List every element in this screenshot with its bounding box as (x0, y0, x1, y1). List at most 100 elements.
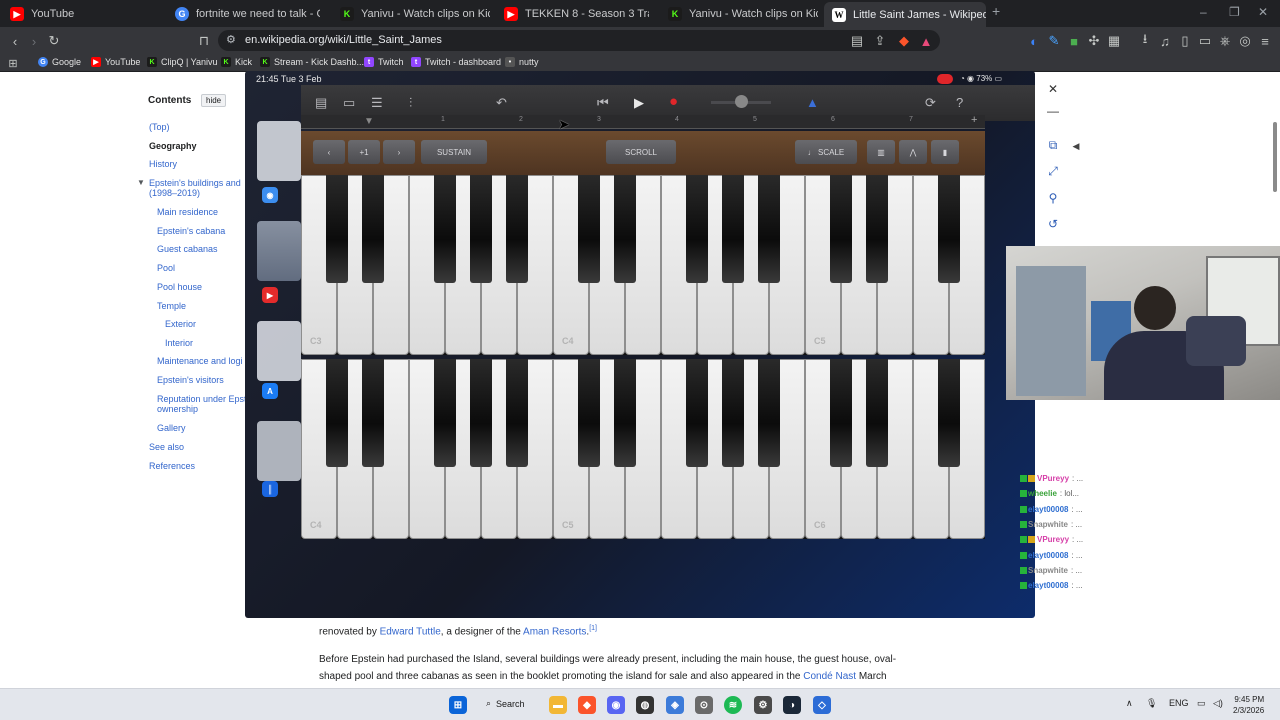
lower-keyboard[interactable]: C4 C5 C6 (301, 359, 985, 539)
microphone-icon[interactable]: 🎙 (1146, 698, 1157, 709)
file-explorer-icon[interactable]: ▬ (549, 696, 567, 714)
close-icon[interactable]: ✕ (1045, 81, 1061, 97)
help-icon[interactable]: ? (956, 95, 963, 110)
reference-link[interactable]: [1] (589, 625, 597, 632)
discord-icon[interactable]: ◉ (607, 696, 625, 714)
app-icon[interactable]: ║ (262, 481, 278, 497)
piano-black-key[interactable] (866, 175, 888, 283)
piano-black-key[interactable] (362, 359, 384, 467)
bookmark-google[interactable]: G Google (38, 57, 81, 67)
chat-username[interactable]: elayt00008 (1028, 551, 1068, 560)
media-icon[interactable]: ♫ (1157, 33, 1173, 49)
bookmark-kick[interactable]: K Kick (221, 57, 252, 67)
toc-item-epstein-buildings[interactable]: Epstein's buildings and (149, 178, 241, 188)
piano-black-key[interactable] (326, 359, 348, 467)
app-card[interactable] (257, 221, 301, 281)
piano-black-key[interactable] (578, 175, 600, 283)
brave-shield-icon[interactable]: ◆ (896, 33, 912, 49)
my-songs-icon[interactable]: ▤ (315, 95, 327, 111)
site-info-icon[interactable]: ⚙ (226, 33, 236, 46)
piano-black-key[interactable] (326, 175, 348, 283)
playhead-icon[interactable]: ▼ (364, 116, 374, 127)
toc-item-pool[interactable]: Pool (157, 263, 175, 273)
tab-google-search[interactable]: G fortnite we need to talk - Google Se..… (175, 4, 320, 24)
sustain-button[interactable]: SUSTAIN (421, 140, 487, 164)
taskbar-clock[interactable]: 9:45 PM 2/3/2026 (1233, 694, 1264, 716)
volume-icon[interactable]: ◁) (1213, 698, 1223, 709)
toc-item-exterior[interactable]: Exterior (165, 319, 196, 329)
app-card[interactable] (257, 321, 301, 381)
bookmark-clipq[interactable]: K ClipQ | Yanivu (147, 57, 218, 67)
refresh-icon[interactable]: ↺ (1045, 216, 1061, 232)
extension-icon[interactable]: ▦ (1106, 33, 1122, 49)
minimize-button[interactable]: – (1200, 5, 1207, 19)
chat-username[interactable]: VPureyy (1037, 474, 1069, 483)
maximize-button[interactable]: ❐ (1229, 5, 1240, 19)
toc-item-reputation[interactable]: Reputation under Epst (157, 394, 247, 404)
tray-chevron-icon[interactable]: ∧ (1126, 698, 1133, 709)
toc-item-geography[interactable]: Geography (149, 141, 197, 151)
view-icon[interactable]: ▭ (343, 95, 355, 111)
timeline-ruler[interactable]: ▼ 1 2 3 4 5 6 7 + (301, 114, 985, 129)
scroll-button[interactable]: SCROLL (606, 140, 676, 164)
loop-icon[interactable]: ⟳ (925, 95, 936, 111)
bookmark-twitch[interactable]: t Twitch (364, 57, 404, 67)
piano-black-key[interactable] (434, 175, 456, 283)
record-icon[interactable]: ● (669, 93, 678, 110)
url-text[interactable]: en.wikipedia.org/wiki/Little_Saint_James (245, 34, 442, 46)
rewind-icon[interactable]: ⏮ (597, 95, 609, 111)
toc-item-epstein-cabana[interactable]: Epstein's cabana (157, 226, 225, 236)
windows-start-icon[interactable]: ⊞ (449, 696, 467, 714)
tab-wikipedia[interactable]: W Little Saint James - Wikipedia ✕ (824, 2, 986, 27)
octave-up-button[interactable]: › (383, 140, 415, 164)
pin-icon[interactable]: ⚲ (1045, 190, 1061, 206)
bookmark-nutty[interactable]: • nutty (505, 57, 539, 67)
app-store-icon[interactable]: A (262, 383, 278, 399)
piano-black-key[interactable] (470, 175, 492, 283)
undo-icon[interactable]: ↶ (496, 95, 507, 111)
settings-icon[interactable]: ⚙ (754, 696, 772, 714)
toc-item-reputation-ownership[interactable]: ownership (157, 404, 198, 414)
link-conde-nast[interactable]: Condé Nast (803, 671, 856, 682)
collapse-arrow-icon[interactable]: ◀ (1068, 138, 1084, 154)
toc-item-top[interactable]: (Top) (149, 122, 170, 132)
extension-icon[interactable]: ✎ (1046, 33, 1062, 49)
app-card[interactable] (257, 421, 301, 481)
piano-black-key[interactable] (686, 175, 708, 283)
toc-item-see-also[interactable]: See also (149, 442, 184, 452)
toc-item-guest-cabanas[interactable]: Guest cabanas (157, 244, 218, 254)
minimize-icon[interactable]: — (1045, 103, 1061, 119)
chat-username[interactable]: elayt00008 (1028, 581, 1068, 590)
download-icon[interactable]: ⭳ (1137, 31, 1153, 49)
wallet-icon[interactable]: ▭ (1197, 33, 1213, 49)
address-bar[interactable]: ⚙ en.wikipedia.org/wiki/Little_Saint_Jam… (218, 30, 940, 51)
piano-black-key[interactable] (506, 175, 528, 283)
piano-black-key[interactable] (722, 359, 744, 467)
piano-black-key[interactable] (506, 359, 528, 467)
toc-hide-button[interactable]: hide (201, 94, 227, 107)
expand-icon[interactable]: ⤢ (1045, 163, 1061, 179)
chat-username[interactable]: VPureyy (1037, 535, 1069, 544)
tab-youtube[interactable]: ▶ YouTube (10, 4, 160, 24)
apps-grid-icon[interactable]: ⊞ (5, 55, 21, 71)
piano-black-key[interactable] (758, 175, 780, 283)
piano-black-key[interactable] (362, 175, 384, 283)
arpeggiator-button[interactable]: ⋀ (899, 140, 927, 164)
app-icon[interactable]: ◇ (813, 696, 831, 714)
chevron-down-icon[interactable]: ▼ (137, 178, 145, 187)
brave-rewards-icon[interactable]: ▲ (918, 33, 934, 49)
leo-icon[interactable]: ◎ (1237, 33, 1253, 49)
youtube-icon[interactable]: ▶ (262, 287, 278, 303)
keyboard-settings-button[interactable]: ▮ (931, 140, 959, 164)
tab-kick-clips-2[interactable]: K Yanivu - Watch clips on Kick (668, 4, 818, 24)
toc-item-pool-house[interactable]: Pool house (157, 282, 202, 292)
tab-tekken-trailer[interactable]: ▶ TEKKEN 8 - Season 3 Trailer - YouTub..… (504, 4, 649, 24)
forward-icon[interactable]: › (26, 33, 42, 49)
keyboard-layout-button[interactable]: ▥ (867, 140, 895, 164)
obs-icon[interactable]: ◍ (636, 696, 654, 714)
toc-item-references[interactable]: References (149, 461, 195, 471)
play-icon[interactable]: ▶ (634, 95, 644, 111)
steam-icon[interactable]: ◑ (783, 696, 801, 714)
chat-username[interactable]: elayt00008 (1028, 505, 1068, 514)
app-icon[interactable]: ⊙ (695, 696, 713, 714)
